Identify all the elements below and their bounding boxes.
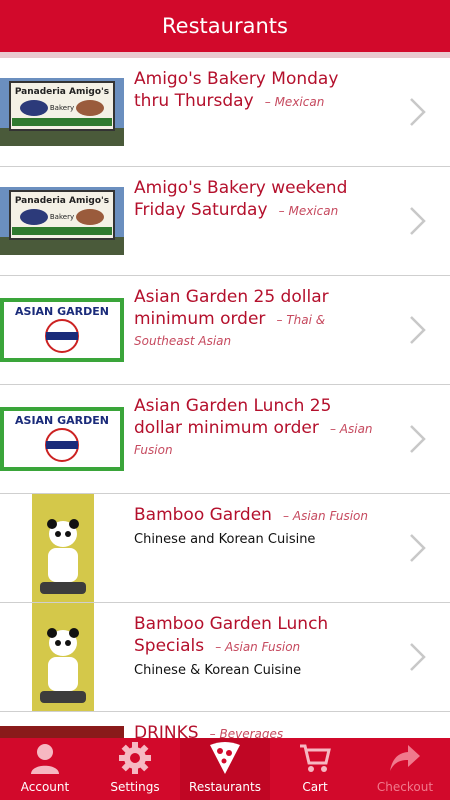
tab-label: Settings [110,780,160,794]
restaurant-thumbnail: Panaderia Amigo's Bakery [0,58,124,166]
svg-text:Panaderia Amigo's: Panaderia Amigo's [15,87,109,97]
tab-label: Cart [302,780,328,794]
chevron-right-icon [410,643,426,671]
restaurant-text: Asian Garden Lunch 25 dollar minimum ord… [134,395,376,458]
tab-restaurants[interactable]: Restaurants [180,738,270,800]
cuisine-label: – Mexican [265,95,325,109]
tab-checkout[interactable]: Checkout [360,738,450,800]
chevron-right-icon [410,316,426,344]
svg-text:Panaderia Amigo's: Panaderia Amigo's [15,196,109,206]
cart-icon [298,740,332,776]
restaurant-thumbnail [0,494,124,602]
tab-label: Restaurants [189,780,261,794]
restaurant-row[interactable]: ASIAN GARDEN Asian Garden 25 dollar mini… [0,276,450,385]
cuisine-label: – Asian Fusion [215,640,300,654]
separator: – [264,95,271,109]
cuisine: Beverages [219,727,284,738]
separator: – [278,204,285,218]
separator: – [209,727,216,738]
restaurant-description: Chinese and Korean Cuisine [134,532,316,547]
tab-account[interactable]: Account [0,738,90,800]
gear-icon [118,740,152,776]
svg-text:ASIAN GARDEN: ASIAN GARDEN [15,414,109,427]
chevron-right-icon [410,98,426,126]
separator: – [276,313,283,327]
tab-settings[interactable]: Settings [90,738,180,800]
restaurant-thumbnail [0,603,124,711]
restaurant-list[interactable]: Panaderia Amigo's Bakery Amigo's Bakery … [0,58,450,738]
svg-text:Bakery: Bakery [50,213,74,221]
chevron-right-icon [410,425,426,453]
svg-text:Bakery: Bakery [50,104,74,112]
cuisine: Asian Fusion [292,509,368,523]
restaurant-name: Bamboo Garden [134,505,272,525]
restaurant-row[interactable]: Panaderia Amigo's Bakery Amigo's Bakery … [0,58,450,167]
arrow-forward-icon [388,740,422,776]
restaurant-thumbnail: Panaderia Amigo's Bakery [0,167,124,275]
header-bar: Restaurants [0,0,450,58]
tab-bar: Account Settings Restaurants Cart Checko… [0,738,450,800]
restaurant-thumbnail: ASIAN GARDEN [0,385,124,493]
person-icon [28,740,62,776]
svg-text:ASIAN GARDEN: ASIAN GARDEN [15,305,109,318]
restaurant-text: Asian Garden 25 dollar minimum order – T… [134,286,376,349]
restaurant-text: Amigo's Bakery Monday thru Thursday – Me… [134,68,376,112]
tab-cart[interactable]: Cart [270,738,360,800]
restaurant-name: DRINKS [134,723,199,738]
restaurant-row[interactable]: ASIAN GARDEN Asian Garden Lunch 25 dolla… [0,385,450,494]
restaurant-text: Amigo's Bakery weekend Friday Saturday –… [134,177,376,221]
cuisine: Mexican [288,204,339,218]
chevron-right-icon [410,534,426,562]
separator: – [215,640,222,654]
restaurant-text: DRINKS – Beverages [134,722,376,738]
chevron-right-icon [410,207,426,235]
restaurant-row[interactable]: Bamboo Garden – Asian Fusion Chinese and… [0,494,450,603]
cuisine: Asian Fusion [225,640,301,654]
restaurant-text: Bamboo Garden – Asian Fusion Chinese and… [134,504,376,547]
cuisine: Mexican [274,95,325,109]
page-title: Restaurants [162,14,288,38]
restaurant-row[interactable]: DRINKS – Beverages [0,712,450,738]
pizza-slice-icon [208,740,242,776]
restaurant-name: Asian Garden Lunch 25 dollar minimum ord… [134,396,332,438]
restaurant-thumbnail [0,712,124,738]
tab-label: Account [20,780,70,794]
restaurant-description: Chinese & Korean Cuisine [134,663,302,678]
restaurant-row[interactable]: Panaderia Amigo's Bakery Amigo's Bakery … [0,167,450,276]
restaurant-text: Bamboo Garden Lunch Specials – Asian Fus… [134,613,376,678]
separator: – [283,509,290,523]
restaurant-row[interactable]: Bamboo Garden Lunch Specials – Asian Fus… [0,603,450,712]
cuisine-label: – Mexican [279,204,339,218]
separator: – [329,422,336,436]
cuisine-label: – Asian Fusion [283,509,368,523]
tab-label: Checkout [376,780,434,794]
cuisine-label: – Beverages [210,727,283,738]
restaurant-thumbnail: ASIAN GARDEN [0,276,124,384]
